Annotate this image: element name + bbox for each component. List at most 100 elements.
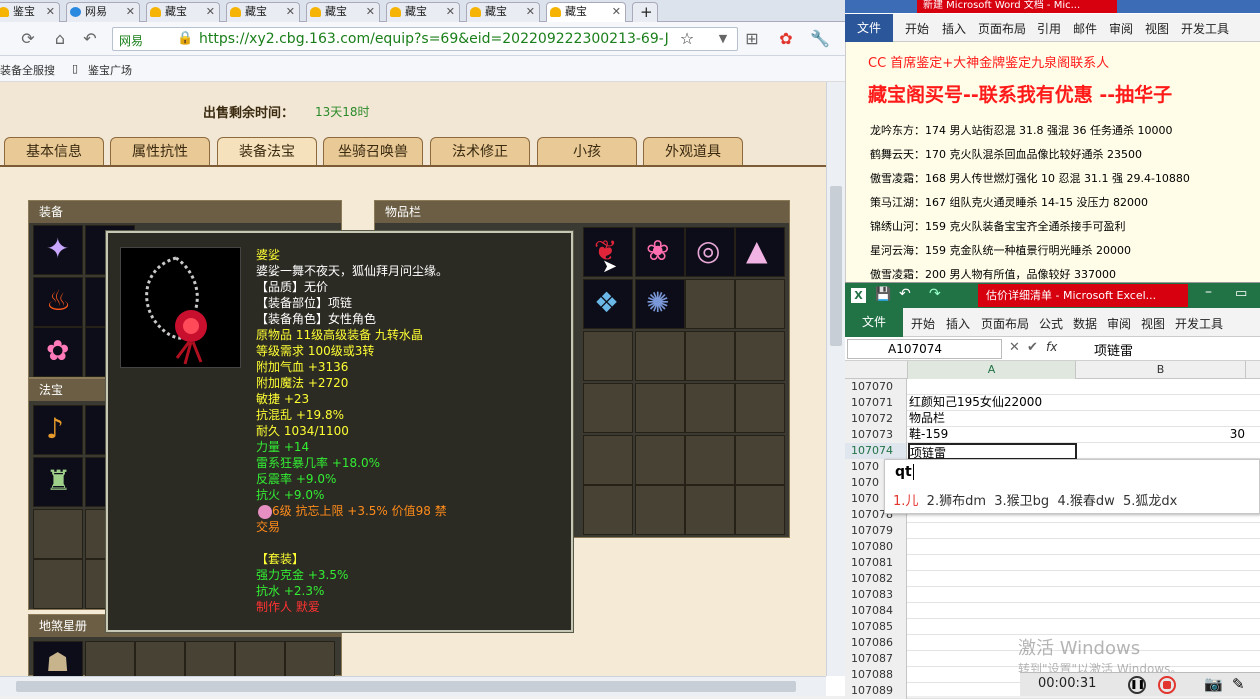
excel-tab[interactable]: 数据 (1073, 315, 1097, 332)
corner-cell[interactable] (845, 361, 908, 379)
close-icon[interactable]: ✕ (286, 3, 295, 21)
ime-candidate[interactable]: 3.猴卫bg (994, 494, 1049, 509)
inventory-slot[interactable] (635, 383, 685, 433)
inventory-slot[interactable] (583, 331, 633, 381)
row-number[interactable]: 107074 (845, 443, 907, 459)
fabao-slot[interactable]: ♪ (33, 405, 83, 455)
inventory-slot[interactable] (583, 383, 633, 433)
browser-tab[interactable]: 网易 ✕ (66, 2, 140, 22)
excel-tab[interactable]: 开始 (911, 315, 935, 332)
ime-candidate[interactable]: 4.猴春dw (1057, 494, 1114, 509)
star-icon[interactable]: ☆ (677, 29, 697, 49)
close-icon[interactable]: ✕ (446, 3, 455, 21)
scrollbar-thumb[interactable] (16, 681, 796, 692)
excel-tab[interactable]: 视图 (1141, 315, 1165, 332)
browser-tab[interactable]: 藏宝 ✕ (386, 2, 460, 22)
inventory-slot[interactable] (685, 383, 735, 433)
browser-tab-active[interactable]: 藏宝 ✕ (546, 2, 626, 22)
word-tab[interactable]: 开始 (905, 20, 929, 37)
active-cell[interactable]: 项链雷 (908, 443, 1077, 460)
tab-appearance[interactable]: 外观道具 (643, 137, 743, 165)
tab-equipment[interactable]: 装备法宝 (217, 137, 317, 165)
refresh-icon[interactable]: ⟳ (18, 29, 38, 49)
equipment-slot[interactable]: ✿ (33, 327, 83, 377)
row-number[interactable]: 107087 (845, 651, 907, 667)
extension-icon[interactable]: ✿ (776, 29, 796, 49)
fabao-slot[interactable] (33, 509, 83, 559)
inventory-slot[interactable]: ▲ (735, 227, 785, 277)
scrollbar-thumb[interactable] (830, 186, 842, 346)
word-tab[interactable]: 邮件 (1073, 20, 1097, 37)
inventory-slot[interactable] (735, 331, 785, 381)
fabao-slot[interactable]: ♜ (33, 457, 83, 507)
pause-icon[interactable]: ❚❚ (1128, 676, 1146, 694)
row-number[interactable]: 107085 (845, 619, 907, 635)
ime-candidate[interactable]: 5.狐龙dx (1123, 494, 1177, 509)
browser-tab[interactable]: 鉴宝 ✕ (0, 2, 60, 22)
close-icon[interactable]: ✕ (526, 3, 535, 21)
inventory-slot[interactable] (735, 383, 785, 433)
tab-spells[interactable]: 法术修正 (430, 137, 530, 165)
word-tab[interactable]: 插入 (942, 20, 966, 37)
inventory-slot[interactable] (685, 331, 735, 381)
bookmark-item[interactable]: 装备全服搜 (0, 62, 55, 78)
browser-tab[interactable]: 藏宝 ✕ (306, 2, 380, 22)
column-header-a[interactable]: A (908, 361, 1076, 379)
inventory-slot[interactable] (635, 435, 685, 485)
inventory-slot[interactable] (735, 279, 785, 329)
close-icon[interactable]: ✕ (206, 3, 215, 21)
tab-mounts[interactable]: 坐骑召唤兽 (323, 137, 423, 165)
row-number[interactable]: 107071 (845, 395, 907, 411)
excel-tab[interactable]: 公式 (1039, 315, 1063, 332)
stop-icon[interactable] (1158, 676, 1176, 694)
row-number[interactable]: 107080 (845, 539, 907, 555)
vertical-scrollbar[interactable] (826, 82, 845, 676)
inventory-slot[interactable]: ✺ (635, 279, 685, 329)
word-tab[interactable]: 引用 (1037, 20, 1061, 37)
row-number[interactable]: 107079 (845, 523, 907, 539)
cell-b[interactable]: 30 (1075, 427, 1245, 442)
cell-a[interactable]: 鞋-159 (909, 427, 948, 442)
bookmark-item[interactable]: 鉴宝广场 (88, 62, 132, 78)
column-header-b[interactable]: B (1076, 361, 1246, 379)
inventory-slot[interactable] (735, 485, 785, 535)
row-number[interactable]: 107082 (845, 571, 907, 587)
inventory-slot[interactable] (735, 435, 785, 485)
word-file-tab[interactable]: 文件 (845, 14, 893, 42)
new-tab-button[interactable]: + (632, 2, 658, 22)
row-number[interactable]: 107084 (845, 603, 907, 619)
word-tab[interactable]: 视图 (1145, 20, 1169, 37)
tab-attributes[interactable]: 属性抗性 (110, 137, 210, 165)
inventory-slot[interactable] (635, 485, 685, 535)
address-bar[interactable]: 网易 🔒 https://xy2.cbg.163.com/equip?s=69&… (112, 27, 738, 51)
undo-icon[interactable]: ↶ (899, 286, 911, 302)
fabao-slot[interactable] (33, 559, 83, 609)
close-icon[interactable]: ✕ (126, 3, 135, 21)
row-number[interactable]: 107086 (845, 635, 907, 651)
equipment-slot[interactable]: ✦ (33, 225, 83, 275)
close-icon[interactable]: ✕ (46, 3, 55, 21)
row-number[interactable]: 107081 (845, 555, 907, 571)
word-tab[interactable]: 开发工具 (1181, 20, 1229, 37)
browser-tab[interactable]: 藏宝 ✕ (466, 2, 540, 22)
save-icon[interactable]: 💾 (875, 287, 891, 302)
inventory-slot[interactable] (685, 279, 735, 329)
minimize-icon[interactable]: – (1205, 284, 1212, 300)
redo-icon[interactable]: ↷ (929, 286, 941, 302)
cancel-icon[interactable]: ✕ (1009, 340, 1020, 355)
horizontal-scrollbar[interactable] (0, 676, 826, 696)
browser-tab[interactable]: 藏宝 ✕ (226, 2, 300, 22)
excel-file-tab[interactable]: 文件 (845, 308, 903, 337)
excel-tab[interactable]: 页面布局 (981, 315, 1029, 332)
inventory-slot[interactable] (583, 435, 633, 485)
excel-tab[interactable]: 插入 (946, 315, 970, 332)
check-icon[interactable]: ✔ (1027, 340, 1038, 355)
inventory-slot[interactable] (635, 331, 685, 381)
row-number[interactable]: 107073 (845, 427, 907, 443)
close-icon[interactable]: ✕ (612, 3, 621, 21)
browser-tab[interactable]: 藏宝 ✕ (146, 2, 220, 22)
grid-icon[interactable]: ⊞ (742, 29, 762, 49)
inventory-slot[interactable]: ❖ (583, 279, 633, 329)
word-tab[interactable]: 审阅 (1109, 20, 1133, 37)
cell-a[interactable]: 物品栏 (909, 411, 945, 426)
